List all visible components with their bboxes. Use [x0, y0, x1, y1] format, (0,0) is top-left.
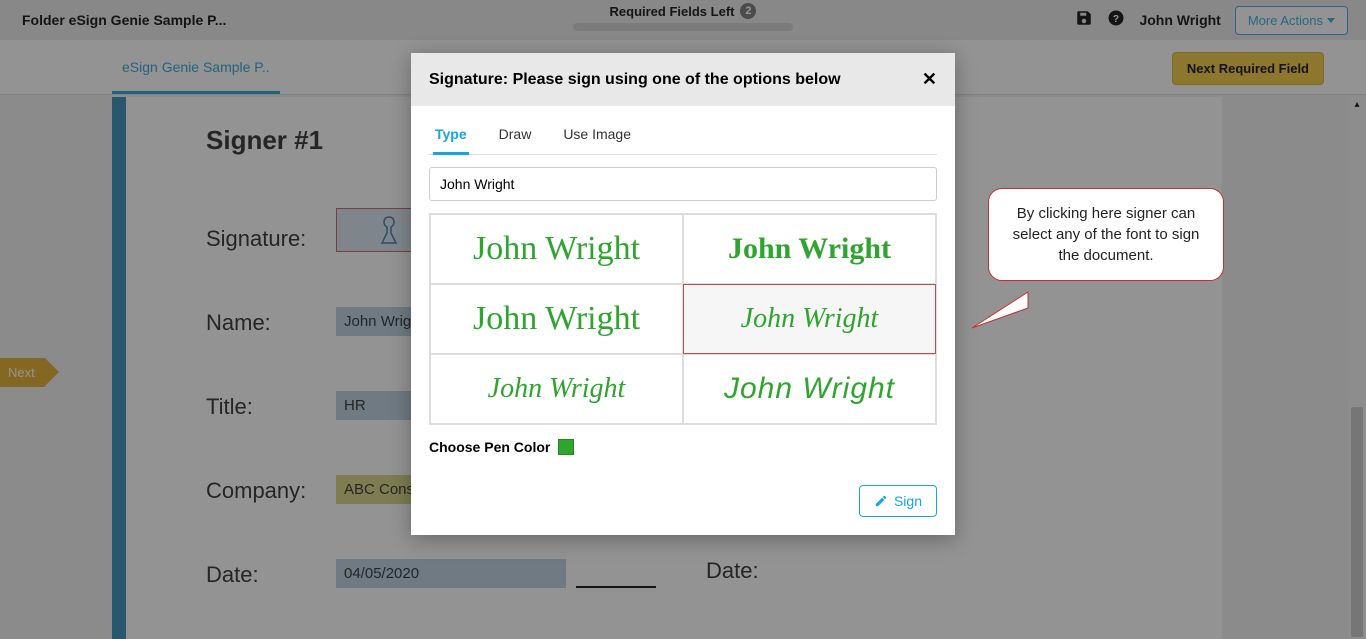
- signature-option-4[interactable]: John Wright: [683, 284, 936, 354]
- signature-option-5[interactable]: John Wright: [430, 354, 683, 424]
- signature-option-2[interactable]: John Wright: [683, 214, 936, 284]
- tab-use-image[interactable]: Use Image: [561, 118, 633, 154]
- sign-button[interactable]: Sign: [859, 485, 937, 517]
- callout-pointer: [970, 290, 1030, 330]
- sign-button-label: Sign: [894, 493, 922, 509]
- modal-title: Signature: Please sign using one of the …: [429, 71, 841, 89]
- signature-font-grid: John Wright John Wright John Wright John…: [429, 213, 937, 425]
- signature-option-3[interactable]: John Wright: [430, 284, 683, 354]
- signature-name-input[interactable]: [429, 167, 937, 201]
- signature-option-6[interactable]: John Wright: [683, 354, 936, 424]
- callout-annotation: By clicking here signer can select any o…: [988, 188, 1224, 281]
- signature-tabs: Type Draw Use Image: [429, 118, 937, 155]
- modal-footer: Sign: [411, 473, 955, 535]
- signature-modal: Signature: Please sign using one of the …: [411, 53, 955, 535]
- pen-color-row: Choose Pen Color: [429, 439, 937, 455]
- tab-type[interactable]: Type: [433, 118, 469, 155]
- tab-draw[interactable]: Draw: [497, 118, 534, 154]
- pen-color-swatch[interactable]: [558, 439, 574, 455]
- close-icon[interactable]: ✕: [922, 69, 937, 90]
- pencil-icon: [874, 494, 888, 508]
- modal-header: Signature: Please sign using one of the …: [411, 53, 955, 106]
- signature-option-1[interactable]: John Wright: [430, 214, 683, 284]
- pen-color-label: Choose Pen Color: [429, 439, 550, 455]
